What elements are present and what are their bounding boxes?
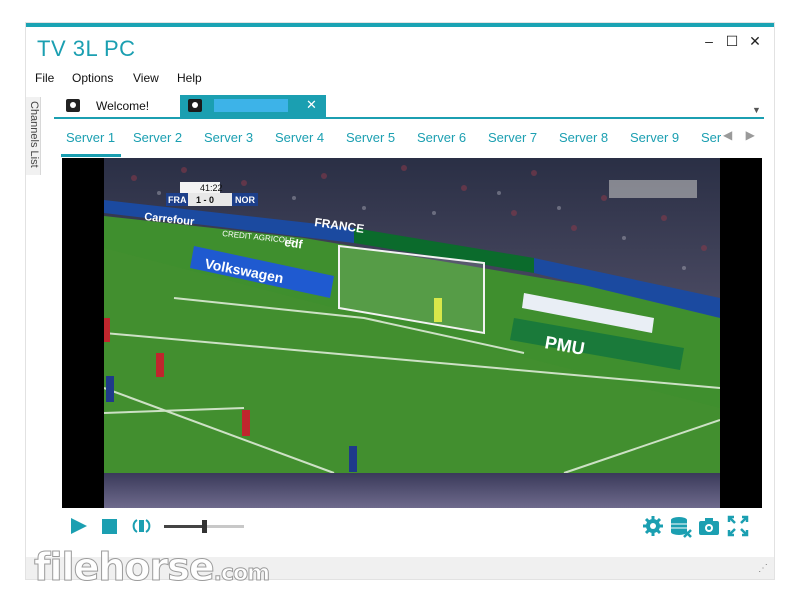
away-team: NOR (235, 195, 256, 205)
tab-welcome-label: Welcome! (96, 99, 150, 113)
title-bar: TV 3L PC – ☐ ✕ (26, 27, 774, 67)
play-icon[interactable] (71, 518, 87, 534)
menu-view[interactable]: View (133, 71, 159, 85)
tab-channel[interactable]: ✕ (180, 95, 326, 117)
match-clock: 41:22 (200, 183, 223, 193)
menu-file[interactable]: File (35, 71, 54, 85)
scroll-left-icon[interactable]: ◀ (723, 128, 732, 142)
server-tabs: Server 1 Server 2 Server 3 Server 4 Serv… (61, 127, 766, 157)
status-bar: filehorse.com ⋰ (26, 545, 774, 590)
server-tab[interactable]: Server 4 (275, 130, 324, 145)
player-controls (62, 513, 762, 543)
tv-logo-icon (66, 99, 80, 112)
tab-welcome[interactable]: Welcome! (58, 95, 182, 117)
channels-list-tab[interactable]: Channels List (26, 97, 41, 175)
scroll-right-icon[interactable]: ▶ (746, 128, 755, 142)
database-icon[interactable] (669, 513, 693, 539)
close-button[interactable]: ✕ (744, 33, 766, 53)
volume-icon[interactable] (132, 517, 152, 535)
tv-logo-icon (188, 99, 202, 112)
maximize-button[interactable]: ☐ (721, 33, 743, 53)
tabs-dropdown-icon[interactable]: ▼ (752, 105, 761, 115)
server-tab[interactable]: Ser (701, 130, 721, 145)
server-tab[interactable]: Server 7 (488, 130, 537, 145)
server-scroll: ◀ ▶ (723, 128, 765, 142)
channels-list-label: Channels List (28, 101, 40, 168)
minimize-button[interactable]: – (698, 33, 720, 53)
app-window: TV 3L PC – ☐ ✕ File Options View Help Ch… (26, 23, 774, 590)
volume-thumb[interactable] (202, 520, 207, 533)
server-tab[interactable]: Server 6 (417, 130, 466, 145)
menu-options[interactable]: Options (72, 71, 113, 85)
volume-level (164, 525, 204, 528)
home-team: FRA (168, 195, 187, 205)
server-tab[interactable]: Server 3 (204, 130, 253, 145)
menu-help[interactable]: Help (177, 71, 202, 85)
score: 1 - 0 (196, 195, 214, 205)
server-tab[interactable]: Server 2 (133, 130, 182, 145)
server-tab[interactable]: Server 8 (559, 130, 608, 145)
redacted-channel-name (214, 99, 288, 112)
fullscreen-icon[interactable] (726, 513, 750, 539)
server-tab[interactable]: Server 1 (66, 130, 115, 145)
server-tab[interactable]: Server 9 (630, 130, 679, 145)
video-player[interactable]: 41:22 FRA 1 - 0 NOR Volkswagen PMU FRANC… (62, 158, 762, 508)
app-title: TV 3L PC (37, 36, 136, 61)
resize-grip-icon[interactable]: ⋰ (758, 563, 768, 574)
snapshot-camera-icon[interactable] (697, 513, 721, 539)
watermark-main: filehorse (34, 545, 216, 590)
document-tabs: Welcome! ✕ (54, 95, 764, 119)
server-tab[interactable]: Server 5 (346, 130, 395, 145)
stop-icon[interactable] (102, 519, 117, 534)
filehorse-watermark: filehorse.com (34, 545, 271, 590)
settings-gear-icon[interactable] (641, 513, 665, 539)
watermark-suffix: .com (213, 561, 270, 587)
video-frame: 41:22 FRA 1 - 0 NOR Volkswagen PMU FRANC… (104, 158, 720, 508)
volume-slider[interactable] (164, 520, 244, 533)
tab-close-icon[interactable]: ✕ (306, 97, 317, 113)
active-server-indicator (61, 154, 121, 157)
